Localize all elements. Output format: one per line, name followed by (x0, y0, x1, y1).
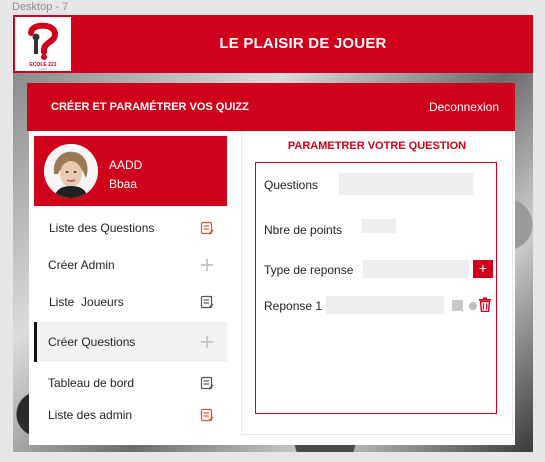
question-form-panel: PARAMETRER VOTRE QUESTION Questions Nbre… (241, 131, 513, 435)
top-header: ECOLE 221 SA221 LE PLAISIR DE JOUER (13, 15, 533, 73)
avatar-photo-icon (44, 144, 98, 198)
sidebar: AADD Bbaa Liste des Questions Créer Admi… (29, 136, 239, 442)
list-edit-icon (200, 408, 214, 422)
add-response-button[interactable]: + (473, 260, 493, 278)
list-edit-icon (200, 295, 214, 309)
plus-icon (201, 336, 213, 348)
points-input[interactable] (362, 219, 396, 233)
question-form: Questions Nbre de points Type de reponse… (255, 162, 497, 414)
artboard-label: Desktop - 7 (12, 1, 69, 13)
avatar (44, 144, 98, 198)
page-title: CRÉER ET PARAMÉTRER VOS QUIZZ (51, 101, 249, 113)
profile-card: AADD Bbaa (34, 136, 227, 206)
sidebar-item-label: Liste des Questions (49, 221, 155, 235)
logout-link[interactable]: Deconnexion (429, 83, 499, 131)
trash-icon[interactable] (478, 297, 492, 312)
points-label: Nbre de points (264, 223, 343, 237)
sidebar-item-label: Liste Joueurs (49, 295, 124, 309)
logo-subtext: SA221 (38, 67, 47, 71)
profile-name: AADD (109, 158, 143, 172)
list-edit-icon (200, 221, 214, 235)
questions-label: Questions (264, 178, 319, 192)
content-panel: AADD Bbaa Liste des Questions Créer Admi… (29, 131, 515, 445)
response-1-checkbox[interactable] (452, 300, 463, 311)
sidebar-item-label: Liste des admin (48, 408, 133, 422)
list-edit-icon (200, 376, 214, 390)
question-mark-logo-icon: ECOLE 221 SA221 (28, 22, 59, 71)
sidebar-item-creer-admin[interactable]: Créer Admin (34, 245, 227, 285)
app-title: LE PLAISIR DE JOUER (219, 35, 387, 52)
sidebar-item-liste-questions[interactable]: Liste des Questions (34, 208, 227, 248)
form-title: PARAMETRER VOTRE QUESTION (287, 140, 467, 152)
logo[interactable]: ECOLE 221 SA221 (15, 17, 71, 71)
page: ECOLE 221 SA221 LE PLAISIR DE JOUER CRÉE… (13, 15, 533, 452)
question-input[interactable] (339, 173, 473, 195)
sub-header: CRÉER ET PARAMÉTRER VOS QUIZZ Deconnexio… (27, 83, 515, 131)
sidebar-item-liste-admin[interactable]: Liste des admin (34, 395, 227, 435)
sidebar-item-creer-questions[interactable]: Créer Questions (34, 322, 227, 362)
response-1-input[interactable] (326, 296, 444, 314)
response-1-radio[interactable] (469, 302, 477, 310)
sidebar-item-liste-joueurs[interactable]: Liste Joueurs (34, 282, 227, 322)
response-type-label: Type de reponse (264, 263, 354, 277)
profile-subtitle: Bbaa (109, 177, 138, 191)
sidebar-item-label: Créer Questions (48, 335, 136, 349)
sidebar-item-label: Créer Admin (48, 258, 115, 272)
plus-icon (201, 259, 213, 271)
response-type-select[interactable] (363, 260, 469, 278)
response-1-label: Reponse 1 (264, 299, 323, 313)
